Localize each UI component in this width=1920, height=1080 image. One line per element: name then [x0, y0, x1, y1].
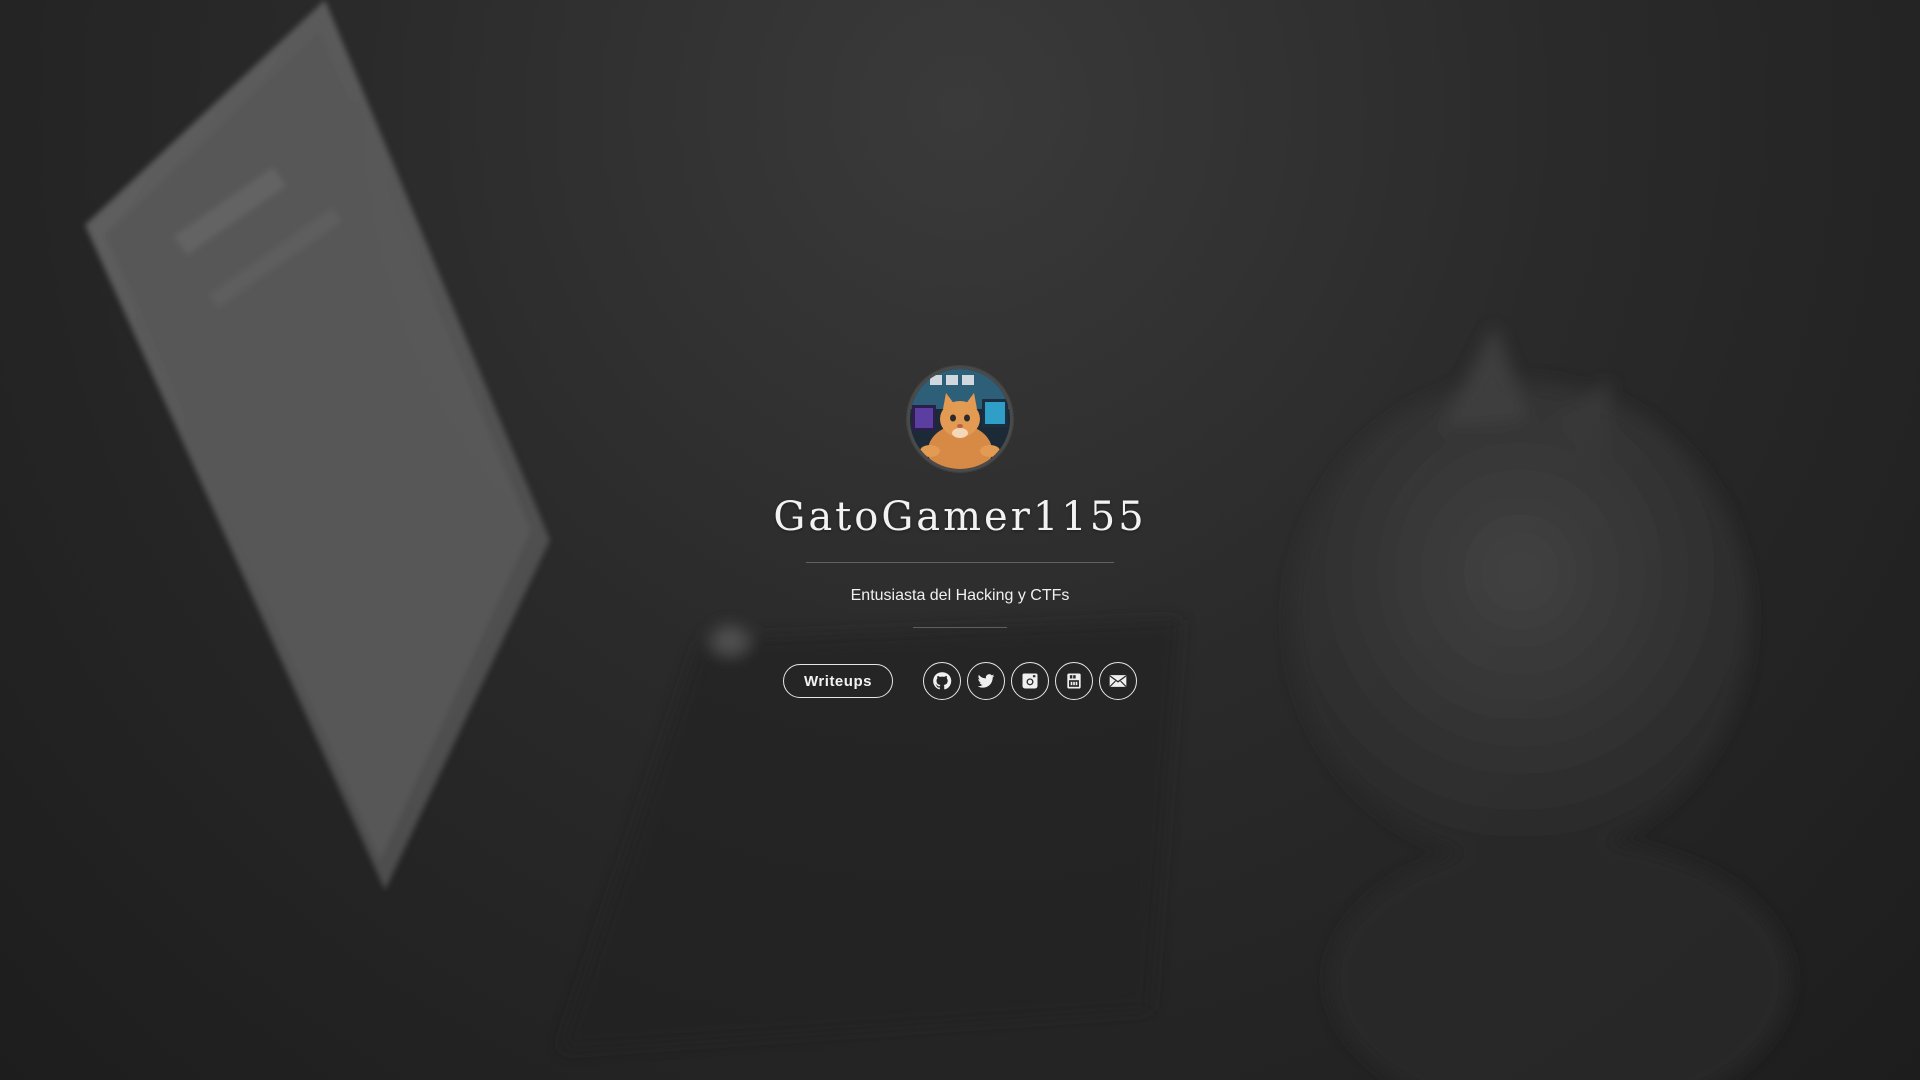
divider — [913, 627, 1007, 628]
profile-name: GatoGamer1155 — [773, 494, 1147, 540]
youtube-link[interactable] — [1055, 662, 1093, 700]
twitter-link[interactable] — [967, 662, 1005, 700]
divider — [806, 562, 1114, 563]
email-link[interactable] — [1099, 662, 1137, 700]
page: GatoGamer1155 Entusiasta del Hacking y C… — [0, 0, 1920, 1080]
social-links — [923, 662, 1137, 700]
mail-icon — [1109, 675, 1127, 687]
instagram-icon — [1022, 673, 1038, 689]
cat-at-computer-avatar-icon — [910, 369, 1010, 469]
twitter-icon — [977, 674, 995, 688]
profile-tagline: Entusiasta del Hacking y CTFs — [850, 587, 1070, 604]
hero: GatoGamer1155 Entusiasta del Hacking y C… — [0, 366, 1920, 700]
writeups-button[interactable]: Writeups — [783, 664, 893, 698]
avatar — [907, 366, 1013, 472]
instagram-link[interactable] — [1011, 662, 1049, 700]
github-icon — [933, 672, 952, 690]
action-bar: Writeups — [783, 662, 1137, 700]
youtube-icon — [1067, 673, 1081, 689]
github-link[interactable] — [923, 662, 961, 700]
